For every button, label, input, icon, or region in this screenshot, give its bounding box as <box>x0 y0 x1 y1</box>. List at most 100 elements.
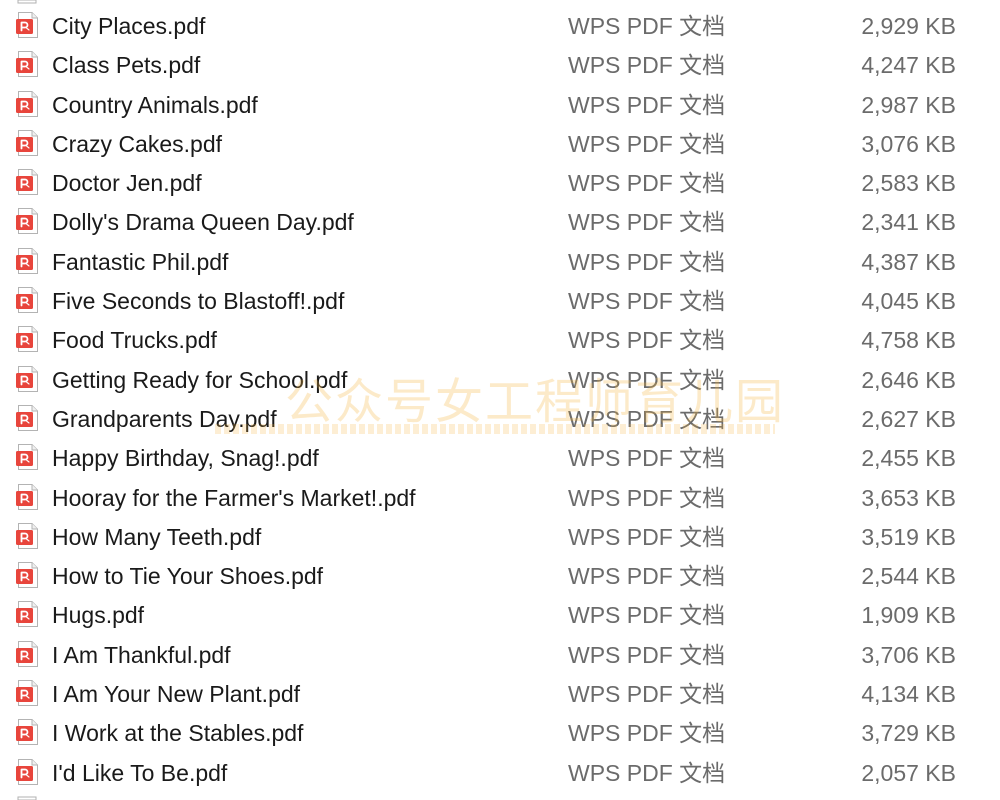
file-name[interactable]: Doctor Jen.pdf <box>52 169 202 197</box>
file-type: WPS PDF 文档 <box>568 288 726 315</box>
file-type: WPS PDF 文档 <box>568 13 726 39</box>
file-size: 2,929 KB <box>861 13 956 39</box>
pdf-file-icon <box>16 601 38 628</box>
file-name[interactable]: I'd Like To Be.pdf <box>52 759 227 787</box>
file-name[interactable]: Happy Birthday, Snag!.pdf <box>52 444 319 472</box>
file-name[interactable]: Dolly's Drama Queen Day.pdf <box>52 208 354 236</box>
file-row[interactable]: Getting Ready for School.pdf WPS PDF 文档 2,… <box>0 360 1000 399</box>
file-size: 4,247 KB <box>861 52 956 79</box>
file-name[interactable]: Hugs.pdf <box>52 601 144 629</box>
pdf-file-icon <box>16 365 38 392</box>
file-type: WPS PDF 文档 <box>568 523 726 550</box>
file-row[interactable]: How Many Teeth.pdf WPS PDF 文档 3,519 KB <box>0 517 1000 556</box>
file-row[interactable]: Fantastic Phil.pdf WPS PDF 文档 4,387 KB <box>0 242 1000 281</box>
file-size: 3,076 KB <box>861 130 956 157</box>
file-size: 2,544 KB <box>861 563 956 590</box>
file-name[interactable]: I Am Thankful.pdf <box>52 641 231 669</box>
pdf-file-icon <box>16 287 38 314</box>
file-name[interactable]: Class Pets.pdf <box>52 51 200 79</box>
pdf-file-icon <box>16 758 38 785</box>
file-row[interactable]: Five Seconds to Blastoff!.pdf WPS PDF 文档 4… <box>0 281 1000 320</box>
pdf-file-icon <box>16 129 38 156</box>
file-name[interactable]: How Many Teeth.pdf <box>52 523 261 551</box>
pdf-file-icon <box>16 680 38 707</box>
partial-file-icon-top <box>17 0 37 4</box>
file-name[interactable]: Hooray for the Farmer's Market!.pdf <box>52 484 416 512</box>
pdf-file-icon <box>16 719 38 746</box>
file-row[interactable]: Doctor Jen.pdf WPS PDF 文档 2,583 KB <box>0 163 1000 202</box>
file-type: WPS PDF 文档 <box>568 366 726 393</box>
file-name[interactable]: City Places.pdf <box>52 12 205 40</box>
file-size: 3,653 KB <box>861 484 956 511</box>
file-type: WPS PDF 文档 <box>568 759 726 786</box>
file-type: WPS PDF 文档 <box>568 170 726 197</box>
pdf-file-icon <box>16 483 38 510</box>
file-size: 2,987 KB <box>861 91 956 118</box>
pdf-file-icon <box>16 169 38 196</box>
file-type: WPS PDF 文档 <box>568 52 726 79</box>
file-size: 4,045 KB <box>861 288 956 315</box>
file-type: WPS PDF 文档 <box>568 209 726 236</box>
file-size: 4,387 KB <box>861 248 956 275</box>
file-row[interactable]: City Places.pdf WPS PDF 文档 2,929 KB <box>0 6 1000 45</box>
file-list: City Places.pdf WPS PDF 文档 2,929 KB Class P… <box>0 0 1000 800</box>
file-size: 2,583 KB <box>861 170 956 197</box>
file-row[interactable]: Country Animals.pdf WPS PDF 文档 2,987 KB <box>0 85 1000 124</box>
file-row[interactable]: Food Trucks.pdf WPS PDF 文档 4,758 KB <box>0 320 1000 359</box>
file-type: WPS PDF 文档 <box>568 484 726 511</box>
file-row[interactable]: I Am Your New Plant.pdf WPS PDF 文档 4,134 K… <box>0 674 1000 713</box>
file-size: 3,706 KB <box>861 641 956 668</box>
pdf-file-icon <box>16 90 38 117</box>
file-row[interactable]: Hooray for the Farmer's Market!.pdf WPS P… <box>0 478 1000 517</box>
pdf-file-icon <box>16 404 38 431</box>
file-type: WPS PDF 文档 <box>568 563 726 590</box>
file-size: 2,341 KB <box>861 209 956 236</box>
file-size: 3,519 KB <box>861 523 956 550</box>
file-name[interactable]: Five Seconds to Blastoff!.pdf <box>52 287 344 315</box>
pdf-file-icon <box>16 247 38 274</box>
file-type: WPS PDF 文档 <box>568 405 726 432</box>
file-type: WPS PDF 文档 <box>568 641 726 668</box>
file-rows: City Places.pdf WPS PDF 文档 2,929 KB Class P… <box>0 6 1000 792</box>
file-row[interactable]: I Work at the Stables.pdf WPS PDF 文档 3,729… <box>0 713 1000 752</box>
pdf-file-icon <box>16 640 38 667</box>
pdf-file-icon <box>16 562 38 589</box>
file-row[interactable]: I Am Thankful.pdf WPS PDF 文档 3,706 KB <box>0 635 1000 674</box>
pdf-file-icon <box>16 326 38 353</box>
file-row[interactable]: Dolly's Drama Queen Day.pdf WPS PDF 文档 2,3… <box>0 202 1000 241</box>
file-name[interactable]: Getting Ready for School.pdf <box>52 366 347 394</box>
file-row[interactable]: How to Tie Your Shoes.pdf WPS PDF 文档 2,544… <box>0 556 1000 595</box>
file-size: 4,134 KB <box>861 681 956 708</box>
file-name[interactable]: Country Animals.pdf <box>52 91 258 119</box>
file-size: 3,729 KB <box>861 720 956 747</box>
file-row[interactable]: Hugs.pdf WPS PDF 文档 1,909 KB <box>0 595 1000 634</box>
pdf-file-icon <box>16 522 38 549</box>
file-size: 4,758 KB <box>861 327 956 354</box>
file-name[interactable]: Grandparents Day.pdf <box>52 405 277 433</box>
file-name[interactable]: How to Tie Your Shoes.pdf <box>52 562 323 590</box>
file-row[interactable]: Happy Birthday, Snag!.pdf WPS PDF 文档 2,455… <box>0 438 1000 477</box>
file-name[interactable]: I Am Your New Plant.pdf <box>52 680 300 708</box>
file-size: 2,627 KB <box>861 405 956 432</box>
file-name[interactable]: Fantastic Phil.pdf <box>52 248 228 276</box>
file-name[interactable]: I Work at the Stables.pdf <box>52 719 303 747</box>
file-row[interactable]: Grandparents Day.pdf WPS PDF 文档 2,627 KB <box>0 399 1000 438</box>
file-type: WPS PDF 文档 <box>568 445 726 472</box>
file-size: 2,455 KB <box>861 445 956 472</box>
file-type: WPS PDF 文档 <box>568 248 726 275</box>
file-row[interactable]: I'd Like To Be.pdf WPS PDF 文档 2,057 KB <box>0 753 1000 792</box>
file-name[interactable]: Crazy Cakes.pdf <box>52 130 222 158</box>
file-type: WPS PDF 文档 <box>568 602 726 629</box>
file-type: WPS PDF 文档 <box>568 720 726 747</box>
file-size: 1,909 KB <box>861 602 956 629</box>
file-row[interactable]: Class Pets.pdf WPS PDF 文档 4,247 KB <box>0 45 1000 84</box>
file-name[interactable]: Food Trucks.pdf <box>52 326 217 354</box>
partial-file-icon-bottom <box>17 796 37 800</box>
file-row[interactable]: Crazy Cakes.pdf WPS PDF 文档 3,076 KB <box>0 124 1000 163</box>
pdf-file-icon <box>16 12 38 38</box>
pdf-file-icon <box>16 444 38 471</box>
file-type: WPS PDF 文档 <box>568 91 726 118</box>
pdf-file-icon <box>16 208 38 235</box>
file-size: 2,057 KB <box>861 759 956 786</box>
pdf-file-icon <box>16 51 38 78</box>
